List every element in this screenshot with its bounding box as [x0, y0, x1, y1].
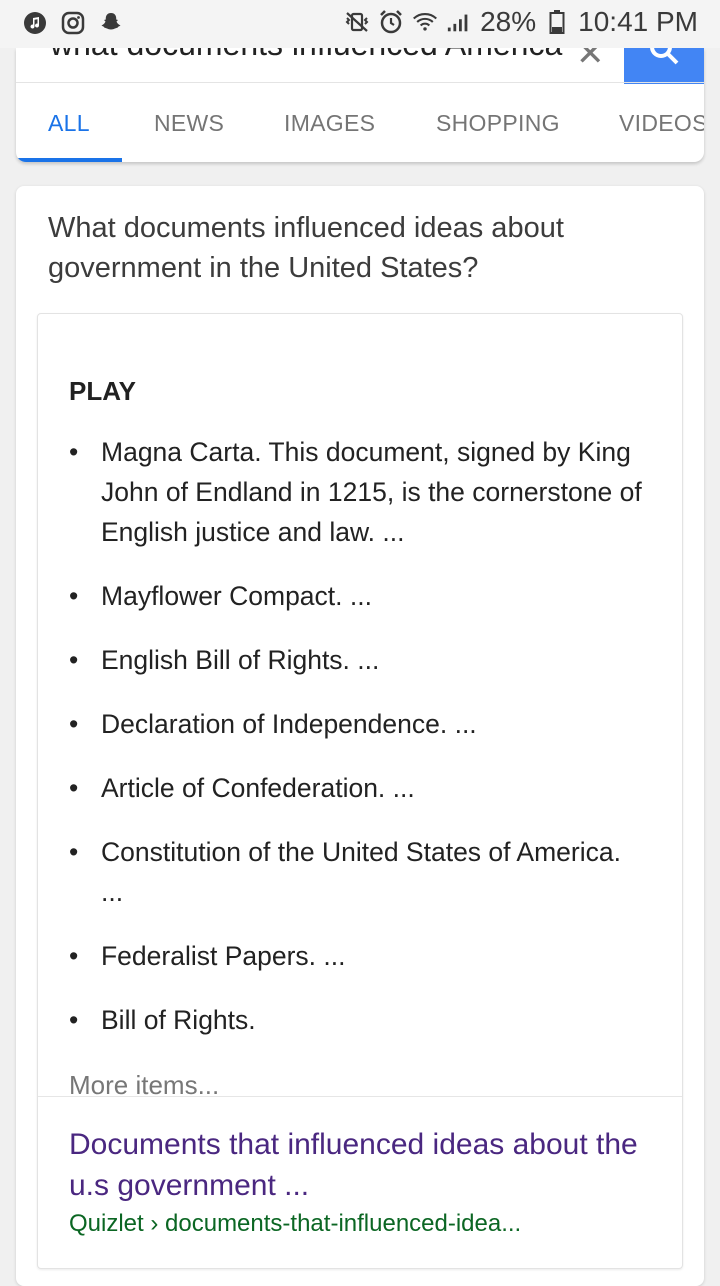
tab-images[interactable]: IMAGES — [284, 110, 375, 137]
tab-news[interactable]: NEWS — [154, 110, 224, 137]
list-item: • Bill of Rights. — [69, 1005, 256, 1035]
snippet-question: What documents influenced ideas about go… — [48, 212, 564, 284]
wifi-icon — [412, 9, 438, 35]
result-title-link[interactable]: Documents that influenced ideas about th… — [69, 1124, 659, 1206]
snippet-heading: PLAY — [69, 376, 136, 406]
status-bar: 28% 10:41 PM — [0, 0, 720, 48]
snippet-content: PLAY • Magna Carta. This document, signed… — [37, 313, 683, 1269]
result-url[interactable]: Quizlet › documents-that-influenced-idea… — [69, 1210, 521, 1238]
alarm-icon — [378, 9, 404, 35]
music-note-icon — [22, 10, 48, 36]
list-item: • Declaration of Independence. ... — [69, 709, 477, 739]
battery-percent: 28% — [480, 6, 537, 37]
list-item: • Article of Confederation. ... — [69, 773, 415, 803]
active-tab-indicator — [16, 158, 122, 162]
list-item: • English Bill of Rights. ... — [69, 645, 380, 675]
vibrate-icon — [344, 9, 370, 35]
instagram-icon — [60, 10, 86, 36]
search-button[interactable] — [624, 48, 704, 84]
list-item: • Mayflower Compact. ... — [69, 581, 372, 611]
status-bar-left-icons — [22, 10, 124, 36]
tab-shopping[interactable]: SHOPPING — [436, 110, 560, 137]
divider — [38, 1096, 682, 1097]
status-bar-right: 28% 10:41 PM — [344, 6, 698, 38]
list-item: • Magna Carta. This document, signed by K… — [69, 437, 642, 547]
featured-snippet-card: What documents influenced ideas about go… — [16, 186, 704, 1286]
divider — [16, 82, 704, 83]
snapchat-icon — [98, 10, 124, 36]
battery-icon — [544, 9, 570, 35]
clock-time: 10:41 PM — [578, 6, 698, 37]
search-icon — [650, 48, 679, 65]
search-tabs: ALL NEWS IMAGES SHOPPING VIDEOS — [16, 84, 704, 162]
tab-videos[interactable]: VIDEOS — [619, 110, 704, 137]
close-icon[interactable]: ✕ — [576, 48, 605, 74]
tab-all[interactable]: ALL — [48, 110, 90, 137]
search-header: what documents influenced America ✕ ALL … — [16, 48, 704, 162]
search-input[interactable]: what documents influenced America — [50, 48, 590, 63]
list-item: • Constitution of the United States of Am… — [69, 837, 621, 907]
list-item: • Federalist Papers. ... — [69, 941, 346, 971]
signal-icon — [446, 9, 472, 35]
snippet-list: • Magna Carta. This document, signed by K… — [69, 432, 649, 1040]
